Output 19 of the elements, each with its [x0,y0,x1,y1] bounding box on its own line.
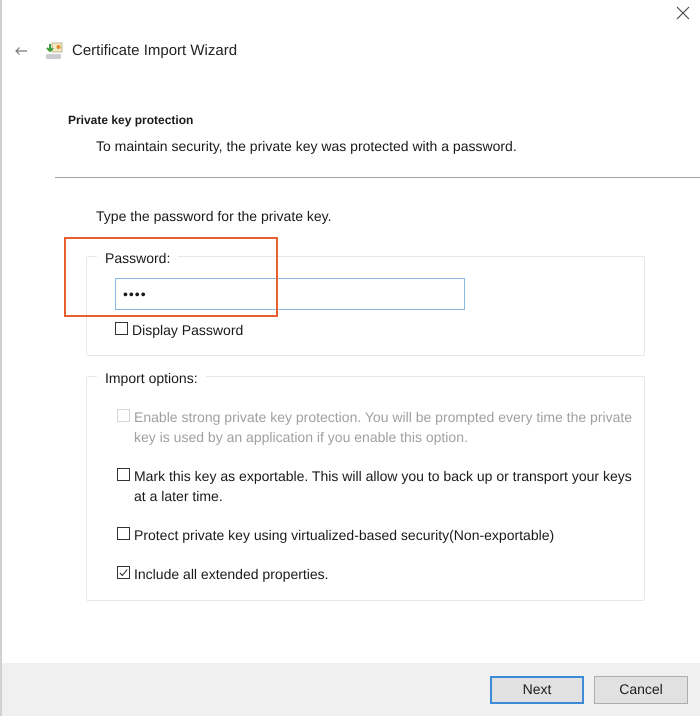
certificate-icon [44,41,64,62]
window-title: Certificate Import Wizard [72,41,238,61]
checkbox[interactable] [115,322,128,334]
checkbox-label: Display Password [132,320,244,340]
option-label: Protect private key using virtualized-based security(Non-exportable) [134,526,554,544]
password-field[interactable]: •••• [115,278,465,310]
back-arrow-icon[interactable] [14,46,28,56]
close-icon[interactable] [676,6,690,20]
section-title: Private key protection [68,112,194,128]
dialog-button[interactable]: Next [490,676,584,704]
checkbox[interactable] [117,526,130,540]
checkbox[interactable] [117,468,130,480]
section-subtitle: To maintain security, the private key was protected with a password. [95,136,518,156]
option-label: Enable strong private key protection. You will be prompted every time the private key is used by an application if you enable this option. [134,408,634,446]
checkbox[interactable] [117,566,130,578]
option-label: Include all extended properties. [134,564,329,584]
option-label: Mark this key as exportable. This will allow you to back up or transport your keys at a later time. [134,466,633,506]
dialog-button[interactable]: Cancel [594,676,688,704]
instruction-text: Type the password for the private key. [95,206,333,226]
